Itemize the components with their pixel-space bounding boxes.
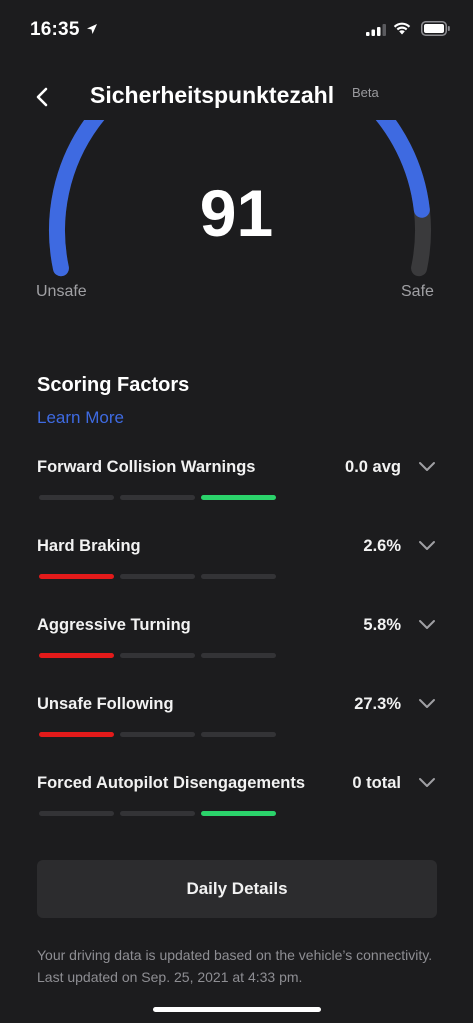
chevron-left-icon	[36, 87, 48, 107]
factor-unsafe-following[interactable]: Unsafe Following 27.3%	[0, 695, 473, 765]
rating-bar-3	[201, 811, 276, 816]
rating-bar-2	[120, 811, 195, 816]
factor-label: Hard Braking	[37, 537, 141, 555]
factor-rating-bars	[39, 653, 279, 658]
gauge-label-unsafe: Unsafe	[36, 283, 87, 300]
chevron-down-icon	[419, 462, 435, 471]
factor-aggressive-turning[interactable]: Aggressive Turning 5.8%	[0, 616, 473, 686]
chevron-down-icon	[419, 778, 435, 787]
factor-label: Aggressive Turning	[37, 616, 191, 634]
last-updated-note: Your driving data is updated based on th…	[37, 947, 433, 985]
rating-bar-2	[120, 732, 195, 737]
factor-rating-bars	[39, 811, 279, 816]
rating-bar-1	[39, 811, 114, 816]
factor-rating-bars	[39, 732, 279, 737]
screen: 16:35 Sicherheitspunktezahl Beta 91 Unsa…	[0, 0, 473, 1023]
factor-rating-bars	[39, 495, 279, 500]
location-arrow-icon	[86, 22, 98, 40]
home-indicator[interactable]	[153, 1007, 321, 1012]
factor-forward-collision-warnings[interactable]: Forward Collision Warnings 0.0 avg	[0, 458, 473, 528]
rating-bar-2	[120, 653, 195, 658]
rating-bar-1	[39, 574, 114, 579]
rating-bar-2	[120, 574, 195, 579]
rating-bar-2	[120, 495, 195, 500]
daily-details-button[interactable]: Daily Details	[37, 860, 437, 918]
factor-label: Forward Collision Warnings	[37, 458, 256, 476]
battery-icon	[421, 21, 451, 41]
back-button[interactable]	[28, 82, 56, 112]
factor-value: 27.3%	[354, 695, 401, 713]
status-bar: 16:35	[0, 0, 473, 56]
factor-value: 2.6%	[363, 537, 401, 555]
rating-bar-1	[39, 653, 114, 658]
learn-more-link[interactable]: Learn More	[37, 408, 124, 428]
factor-value: 0 total	[352, 774, 401, 792]
cellular-signal-icon	[366, 23, 386, 41]
factor-forced-autopilot-disengagements[interactable]: Forced Autopilot Disengagements 0 total	[0, 774, 473, 844]
factor-hard-braking[interactable]: Hard Braking 2.6%	[0, 537, 473, 607]
gauge-label-safe: Safe	[401, 283, 434, 300]
rating-bar-3	[201, 495, 276, 500]
factor-label: Forced Autopilot Disengagements	[37, 774, 305, 792]
chevron-down-icon	[419, 699, 435, 708]
chevron-down-icon	[419, 620, 435, 629]
rating-bar-1	[39, 732, 114, 737]
rating-bar-1	[39, 495, 114, 500]
beta-badge: Beta	[352, 85, 379, 100]
chevron-down-icon	[419, 541, 435, 550]
rating-bar-3	[201, 732, 276, 737]
factor-rating-bars	[39, 574, 279, 579]
factor-label: Unsafe Following	[37, 695, 174, 713]
factor-value: 5.8%	[363, 616, 401, 634]
rating-bar-3	[201, 574, 276, 579]
page-title: Sicherheitspunktezahl	[90, 82, 335, 108]
status-time: 16:35	[30, 19, 80, 40]
rating-bar-3	[201, 653, 276, 658]
scoring-factors-title: Scoring Factors	[37, 374, 190, 396]
factor-value: 0.0 avg	[345, 458, 401, 476]
safety-score-value: 91	[199, 176, 274, 250]
wifi-icon	[393, 22, 411, 40]
